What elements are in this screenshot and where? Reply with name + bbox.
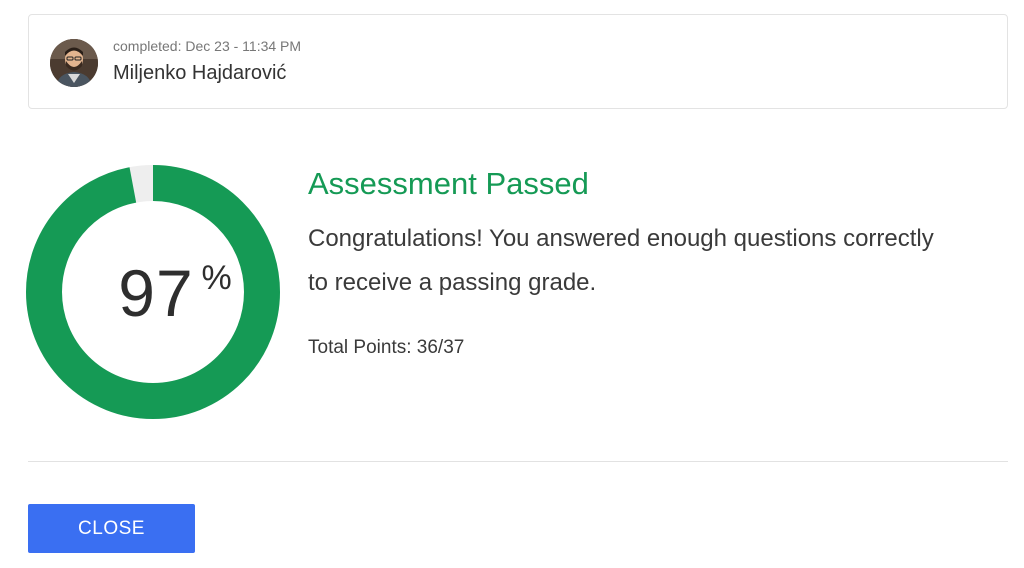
total-points: Total Points: 36/37 — [308, 337, 465, 358]
assessment-result-page: completed: Dec 23 - 11:34 PM Miljenko Ha… — [0, 0, 1024, 568]
result-title: Assessment Passed — [308, 166, 589, 201]
user-name: Miljenko Hajdarović — [113, 62, 287, 84]
completed-timestamp: completed: Dec 23 - 11:34 PM — [113, 38, 302, 54]
score-percent-value: 97 — [118, 256, 194, 330]
score-percent-sign: % — [201, 259, 232, 297]
score-percent: 97 % — [26, 165, 280, 419]
close-button[interactable]: CLOSE — [28, 504, 195, 553]
user-card: completed: Dec 23 - 11:34 PM Miljenko Ha… — [28, 14, 1008, 109]
divider — [28, 461, 1008, 462]
result-message: Congratulations! You answered enough que… — [308, 225, 934, 296]
avatar — [50, 39, 98, 87]
